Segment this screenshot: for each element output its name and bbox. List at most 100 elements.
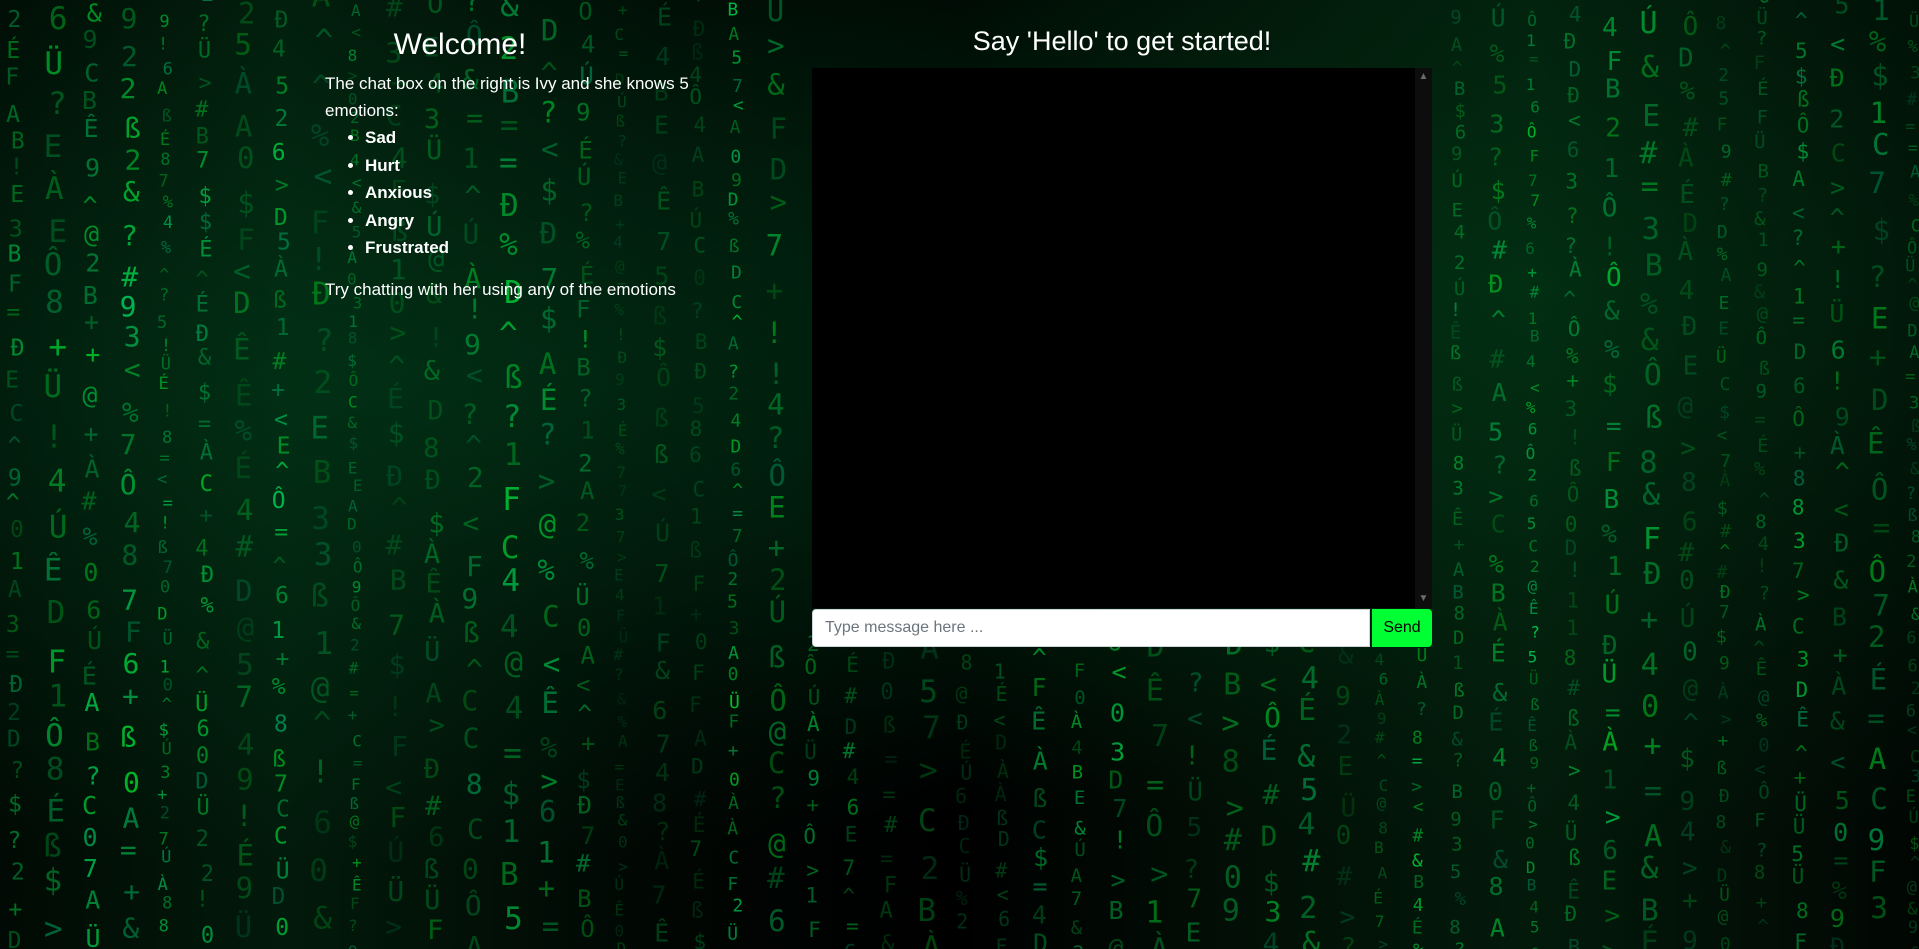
- matrix-glyph: 0: [1565, 513, 1578, 537]
- matrix-glyph: Ð: [617, 348, 627, 367]
- matrix-glyph: 5: [1791, 842, 1804, 866]
- matrix-glyph: Ú: [161, 846, 171, 868]
- matrix-glyph: !: [1830, 265, 1845, 294]
- matrix-glyph: A: [84, 688, 99, 717]
- matrix-glyph: 0: [1833, 818, 1848, 847]
- matrix-glyph: #: [884, 813, 898, 838]
- matrix-glyph: ^: [577, 700, 591, 728]
- matrix-glyph: B: [695, 330, 708, 354]
- matrix-glyph: E: [5, 367, 19, 393]
- matrix-glyph: À: [429, 598, 445, 630]
- matrix-glyph: 2: [1336, 721, 1352, 751]
- matrix-glyph: =: [1908, 138, 1918, 158]
- matrix-glyph: 0: [201, 923, 214, 948]
- matrix-glyph: C: [1831, 139, 1846, 168]
- matrix-glyph: E: [768, 490, 785, 524]
- matrix-glyph: Ü: [44, 368, 63, 405]
- scroll-down-arrow-icon[interactable]: ▼: [1415, 592, 1432, 606]
- matrix-glyph: %: [1906, 435, 1916, 455]
- matrix-glyph: Ô: [351, 596, 361, 615]
- matrix-glyph: $: [388, 417, 405, 450]
- matrix-glyph: 9: [1830, 904, 1845, 933]
- matrix-glyph: D: [1261, 820, 1278, 853]
- matrix-glyph: E: [1718, 293, 1729, 314]
- matrix-glyph: +: [1794, 766, 1807, 790]
- matrix-glyph: À: [654, 846, 669, 875]
- matrix-glyph: 1: [276, 315, 290, 341]
- matrix-glyph: 1: [10, 549, 24, 575]
- matrix-glyph: Ð: [425, 465, 441, 496]
- matrix-glyph: $: [1873, 213, 1890, 247]
- matrix-glyph: >: [540, 764, 557, 798]
- matrix-glyph: %: [1640, 287, 1658, 322]
- matrix-glyph: Ð: [1602, 631, 1618, 661]
- matrix-glyph: +: [1453, 534, 1464, 556]
- matrix-glyph: À: [997, 759, 1009, 783]
- matrix-glyph: C: [542, 599, 559, 633]
- matrix-glyph: @: [311, 670, 330, 706]
- matrix-glyph: Ô: [1602, 191, 1618, 223]
- matrix-glyph: !: [45, 420, 64, 456]
- matrix-glyph: C: [693, 478, 706, 502]
- matrix-glyph: $: [1602, 369, 1618, 399]
- matrix-glyph: ?: [1184, 855, 1200, 885]
- matrix-glyph: A: [1453, 559, 1465, 581]
- matrix-glyph: $: [1263, 865, 1280, 898]
- message-input[interactable]: [812, 609, 1370, 647]
- matrix-glyph: =: [1867, 701, 1884, 735]
- matrix-glyph: C: [1910, 748, 1919, 768]
- matrix-glyph: =: [353, 753, 363, 772]
- matrix-glyph: D: [272, 884, 286, 910]
- matrix-glyph: 7: [581, 822, 595, 850]
- matrix-glyph: Ê: [83, 114, 98, 143]
- matrix-glyph: +: [728, 740, 739, 761]
- matrix-glyph: Ô: [1145, 807, 1163, 844]
- matrix-glyph: =: [274, 520, 288, 546]
- matrix-glyph: &: [1910, 944, 1919, 949]
- matrix-glyph: ?: [1869, 260, 1886, 294]
- matrix-glyph: Ü: [1716, 345, 1727, 367]
- matrix-glyph: 9: [615, 370, 625, 389]
- send-button[interactable]: Send: [1372, 609, 1432, 647]
- matrix-glyph: 3: [1565, 397, 1578, 421]
- chat-scrollbar[interactable]: ▲ ▼: [1415, 68, 1432, 608]
- matrix-glyph: Ð: [1830, 932, 1845, 949]
- matrix-glyph: =: [1641, 169, 1659, 204]
- matrix-glyph: 3: [1911, 767, 1919, 787]
- matrix-glyph: 0: [123, 766, 140, 799]
- matrix-glyph: 0: [1641, 689, 1659, 724]
- matrix-glyph: Ú: [808, 685, 821, 710]
- matrix-glyph: Ü: [1754, 130, 1765, 153]
- matrix-glyph: É: [159, 372, 169, 394]
- matrix-glyph: Ô: [728, 549, 739, 571]
- matrix-glyph: B: [1527, 876, 1537, 895]
- matrix-glyph: E: [1871, 302, 1888, 336]
- matrix-glyph: D: [347, 514, 357, 533]
- matrix-glyph: 7: [121, 584, 138, 617]
- matrix-glyph: E: [845, 822, 858, 846]
- matrix-glyph: A: [728, 333, 739, 354]
- matrix-glyph: ^: [1719, 541, 1730, 562]
- matrix-glyph: Ê: [1796, 707, 1809, 732]
- matrix-glyph: B: [1605, 75, 1621, 105]
- scroll-up-arrow-icon[interactable]: ▲: [1415, 70, 1432, 84]
- matrix-glyph: >: [199, 71, 212, 96]
- matrix-glyph: A: [1910, 163, 1919, 183]
- matrix-glyph: 6: [1906, 701, 1916, 721]
- matrix-glyph: #: [1717, 562, 1728, 583]
- matrix-glyph: ?: [1565, 234, 1578, 258]
- matrix-glyph: @: [955, 681, 967, 705]
- matrix-glyph: É: [196, 291, 209, 317]
- matrix-glyph: ^: [1720, 40, 1731, 61]
- matrix-glyph: Ê: [614, 900, 624, 919]
- matrix-glyph: ß: [615, 793, 625, 812]
- chat-messages-area[interactable]: ▲ ▼: [812, 68, 1432, 608]
- matrix-glyph: Ê: [1529, 599, 1539, 618]
- matrix-glyph: ?: [1188, 669, 1204, 699]
- matrix-glyph: >: [44, 911, 63, 947]
- matrix-glyph: =: [1644, 773, 1662, 808]
- matrix-glyph: Ú: [1908, 806, 1918, 828]
- matrix-glyph: Ð: [1720, 582, 1731, 603]
- matrix-glyph: ^: [391, 491, 408, 524]
- matrix-glyph: !: [1602, 233, 1618, 263]
